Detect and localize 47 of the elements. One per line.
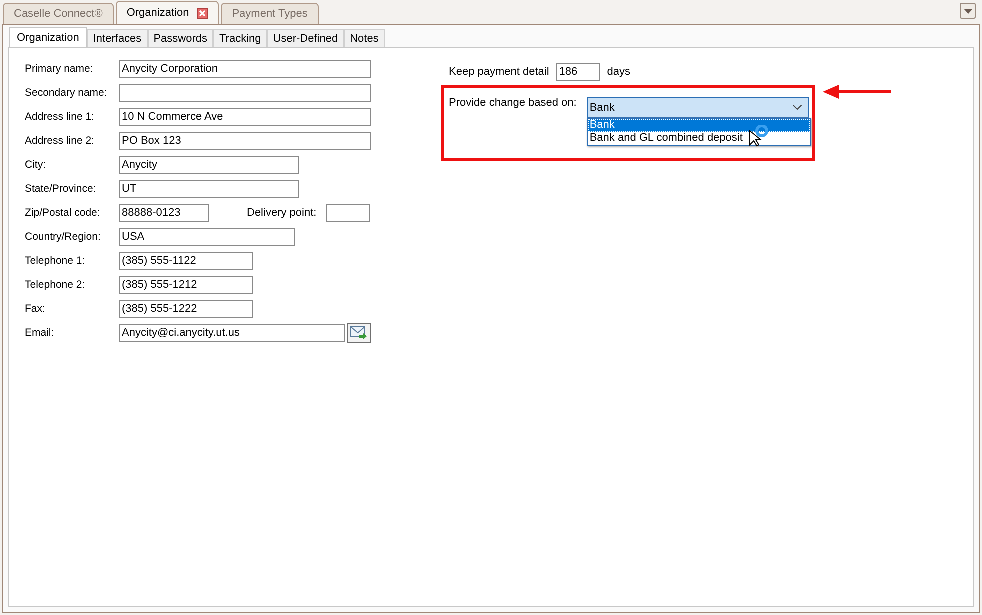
field-label: State/Province: xyxy=(25,183,98,195)
field-label: Primary name: xyxy=(25,63,94,75)
tab[interactable]: Organization xyxy=(9,27,88,47)
input-field[interactable] xyxy=(119,84,371,102)
arrow-icon xyxy=(823,85,891,99)
caret-icon xyxy=(964,8,972,14)
input-field[interactable]: Anycity Corporation xyxy=(119,60,371,78)
field-label: City: xyxy=(25,159,47,171)
input-field[interactable]: (385) 555-1122 xyxy=(119,252,253,270)
field-label: Keep payment detail xyxy=(449,66,550,78)
field-label: Country/Region: xyxy=(25,231,102,243)
field-label: Zip/Postal code: xyxy=(25,207,102,219)
dropdown-option[interactable]: Bank and GL combined deposit xyxy=(588,132,810,145)
input-field[interactable]: UT xyxy=(119,180,299,198)
input-field[interactable]: Anycity xyxy=(119,156,299,174)
tab-menu-button[interactable] xyxy=(960,3,976,19)
dropdown-option[interactable]: Bank xyxy=(588,119,810,132)
field-label: Address line 1: xyxy=(25,111,96,123)
input-field[interactable]: USA xyxy=(119,228,295,246)
input-field[interactable]: Anycity@ci.anycity.ut.us xyxy=(119,324,345,342)
close-icon[interactable] xyxy=(197,8,208,18)
field-label: Fax: xyxy=(25,303,46,315)
chevron-icon xyxy=(792,105,802,110)
tab[interactable]: Notes xyxy=(344,29,385,47)
tab[interactable]: User-Defined xyxy=(267,29,344,47)
document-tab[interactable]: Payment Types xyxy=(221,3,319,24)
field-label: Telephone 1: xyxy=(25,255,86,267)
input-field[interactable]: (385) 555-1222 xyxy=(119,300,253,318)
send-email-button[interactable] xyxy=(347,323,371,343)
document-tab[interactable]: Caselle Connect® xyxy=(3,3,114,24)
tab[interactable]: Passwords xyxy=(148,29,214,47)
input-field[interactable]: 186 xyxy=(556,63,600,81)
field-label: Provide change based on: xyxy=(449,97,577,111)
field-label: Telephone 2: xyxy=(25,279,86,291)
input-field[interactable]: (385) 555-1212 xyxy=(119,276,253,294)
field-label: Email: xyxy=(25,327,56,339)
field-label: Address line 2: xyxy=(25,135,96,147)
input-field[interactable]: 10 N Commerce Ave xyxy=(119,108,371,126)
field-label: Delivery point: xyxy=(247,207,317,219)
input-field[interactable]: PO Box 123 xyxy=(119,132,371,150)
field-label: Secondary name: xyxy=(25,87,108,99)
unit-label: days xyxy=(607,66,631,78)
document-tab[interactable]: Organization xyxy=(116,1,220,24)
input-field[interactable] xyxy=(326,204,370,222)
tab[interactable]: Tracking xyxy=(213,29,268,47)
input-field[interactable]: 88888-0123 xyxy=(119,204,209,222)
tab[interactable]: Interfaces xyxy=(87,29,148,47)
